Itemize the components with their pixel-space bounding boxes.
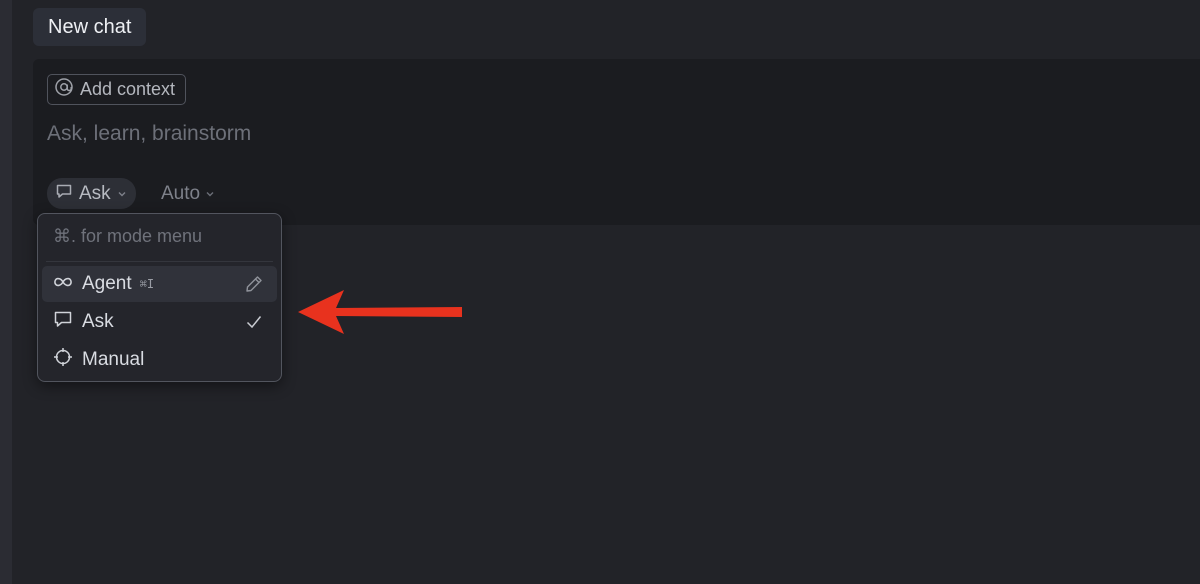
agent-shortcut: ⌘I (139, 277, 155, 291)
menu-item-agent-label: Agent (82, 273, 132, 294)
tab-new-chat[interactable]: New chat (33, 8, 147, 46)
pencil-icon[interactable] (244, 274, 264, 294)
chevron-down-icon (117, 183, 127, 205)
prompt-input[interactable] (47, 119, 647, 149)
chat-bubble-icon (53, 309, 73, 335)
add-context-button[interactable]: Add context (47, 74, 187, 105)
at-sign-icon (54, 77, 74, 102)
crosshair-icon (53, 347, 73, 373)
menu-divider (46, 261, 273, 262)
chevron-down-icon (205, 183, 215, 205)
tab-label: New chat (48, 15, 132, 38)
menu-item-agent[interactable]: Agent ⌘I (42, 266, 277, 302)
menu-item-manual[interactable]: Manual (42, 342, 277, 378)
mode-menu: ⌘. for mode menu Agent ⌘I Ask Manual (37, 213, 282, 382)
chat-bubble-icon (55, 182, 73, 206)
add-context-label: Add context (80, 79, 176, 99)
mode-label: Ask (79, 182, 111, 204)
menu-item-manual-label: Manual (82, 349, 145, 370)
mode-selector[interactable]: Ask (47, 178, 136, 209)
model-label: Auto (161, 182, 201, 204)
left-rail (0, 0, 12, 584)
mode-menu-hint: ⌘. for mode menu (53, 226, 203, 246)
annotation-arrow-icon (298, 290, 462, 334)
model-selector[interactable]: Auto (161, 178, 215, 209)
chat-composer: Add context Ask Auto (33, 59, 1200, 225)
infinity-icon (53, 273, 73, 295)
menu-item-ask-label: Ask (82, 311, 114, 332)
check-icon (244, 312, 264, 332)
menu-item-ask[interactable]: Ask (42, 304, 277, 340)
